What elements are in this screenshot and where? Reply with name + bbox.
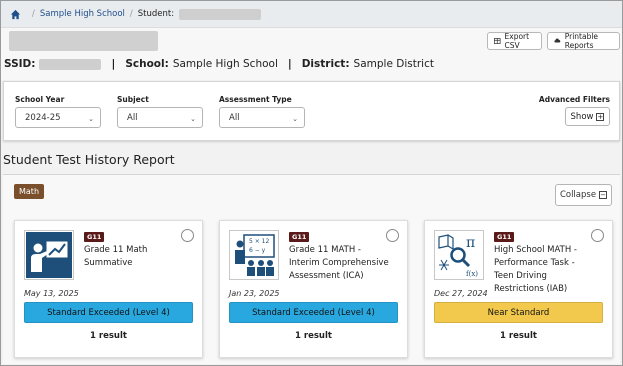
result-count-link[interactable]: 1 result (425, 331, 612, 341)
breadcrumb-separator: / (129, 9, 133, 19)
assessment-type-value: All (229, 112, 240, 123)
breadcrumb: / Sample High School / Student: (1, 1, 622, 28)
ssid-redacted (39, 58, 102, 70)
student-header: Export CSV Printable Reports SSID: | Sch… (1, 28, 622, 80)
home-icon[interactable] (10, 9, 21, 20)
svg-text:5 × 12: 5 × 12 (249, 238, 269, 245)
assessment-date: Dec 27, 2024 (434, 289, 488, 298)
assessment-type-label: Assessment Type (219, 95, 292, 104)
svg-text:π: π (466, 235, 475, 251)
chevron-down-icon: ⌄ (88, 115, 94, 123)
school-year-value: 2024-25 (25, 112, 61, 123)
chevron-down-icon: ⌄ (190, 115, 196, 123)
achievement-level: Standard Exceeded (Level 4) (229, 302, 398, 323)
collapse-button[interactable]: Collapse − (555, 184, 612, 206)
export-csv-label: Export CSV (504, 32, 530, 50)
select-radio[interactable] (386, 229, 399, 242)
presenter-chart-icon (24, 230, 74, 280)
student-name-redacted (179, 8, 262, 20)
result-count-link[interactable]: 1 result (15, 331, 202, 341)
student-name-redacted-block (9, 31, 158, 51)
report-title: Student Test History Report (3, 152, 175, 167)
show-label: Show (570, 111, 594, 122)
svg-text:6 − y: 6 − y (249, 247, 266, 254)
assessment-title: High School MATH - Performance Task - Te… (494, 245, 577, 294)
subject-value: All (127, 112, 138, 123)
assessment-title: Grade 11 MATH - Interim Comprehensive As… (289, 245, 389, 281)
table-icon (494, 38, 501, 44)
assessment-card[interactable]: π f(x) G11 High School MATH - Performanc… (424, 220, 613, 358)
divider: | (287, 58, 292, 70)
grade-badge: G11 (84, 232, 105, 242)
school-year-label: School Year (15, 95, 65, 104)
math-tools-icon: π f(x) (434, 230, 484, 280)
select-radio[interactable] (181, 229, 194, 242)
chevron-down-icon: ⌄ (292, 115, 298, 123)
grade-badge: G11 (289, 232, 310, 242)
filters-panel: School Year 2024-25 ⌄ Subject All ⌄ Asse… (3, 81, 620, 141)
select-radio[interactable] (591, 229, 604, 242)
district-label: District: (301, 58, 350, 70)
assessment-date: May 13, 2025 (24, 289, 79, 298)
expand-icon: + (596, 112, 605, 121)
assessment-date: Jan 23, 2025 (229, 289, 280, 298)
breadcrumb-student-label: Student: (137, 9, 175, 19)
svg-text:f(x): f(x) (466, 270, 478, 278)
school-year-select[interactable]: 2024-25 ⌄ (15, 107, 101, 128)
breadcrumb-separator: / (32, 9, 35, 19)
classroom-math-icon: 5 × 12 6 − y (229, 230, 279, 280)
subject-tag: Math (14, 184, 45, 199)
collapse-label: Collapse (559, 190, 597, 200)
math-section: Math Collapse − G11 Grade 11 Math Summat… (3, 174, 620, 364)
assessment-title: Grade 11 Math Summative (84, 245, 148, 268)
assessment-card[interactable]: G11 Grade 11 Math Summative May 13, 2025… (14, 220, 203, 358)
ssid-label: SSID: (4, 58, 36, 70)
export-csv-button[interactable]: Export CSV (487, 32, 542, 50)
assessment-card[interactable]: 5 × 12 6 − y G11 Grade 11 MATH - Interim… (219, 220, 408, 358)
advanced-filters-label: Advanced Filters (538, 95, 610, 104)
subject-label: Subject (117, 95, 149, 104)
grade-badge: G11 (494, 232, 515, 242)
school-label: School: (125, 58, 169, 70)
school-value: Sample High School (172, 58, 278, 70)
collapse-icon: − (599, 191, 608, 199)
show-advanced-filters-button[interactable]: Show + (565, 107, 610, 126)
printable-reports-button[interactable]: Printable Reports (547, 32, 620, 50)
student-ids-line: SSID: | School: Sample High School | Dis… (4, 58, 434, 70)
assessment-type-select[interactable]: All ⌄ (219, 107, 305, 128)
achievement-level: Near Standard (434, 302, 603, 323)
printable-reports-label: Printable Reports (564, 32, 599, 50)
subject-select[interactable]: All ⌄ (117, 107, 203, 128)
divider: | (111, 58, 116, 70)
cloud-download-icon (554, 38, 561, 43)
breadcrumb-school-link[interactable]: Sample High School (40, 9, 125, 19)
result-count-link[interactable]: 1 result (220, 331, 407, 341)
district-value: Sample District (353, 58, 434, 70)
achievement-level: Standard Exceeded (Level 4) (24, 302, 193, 323)
